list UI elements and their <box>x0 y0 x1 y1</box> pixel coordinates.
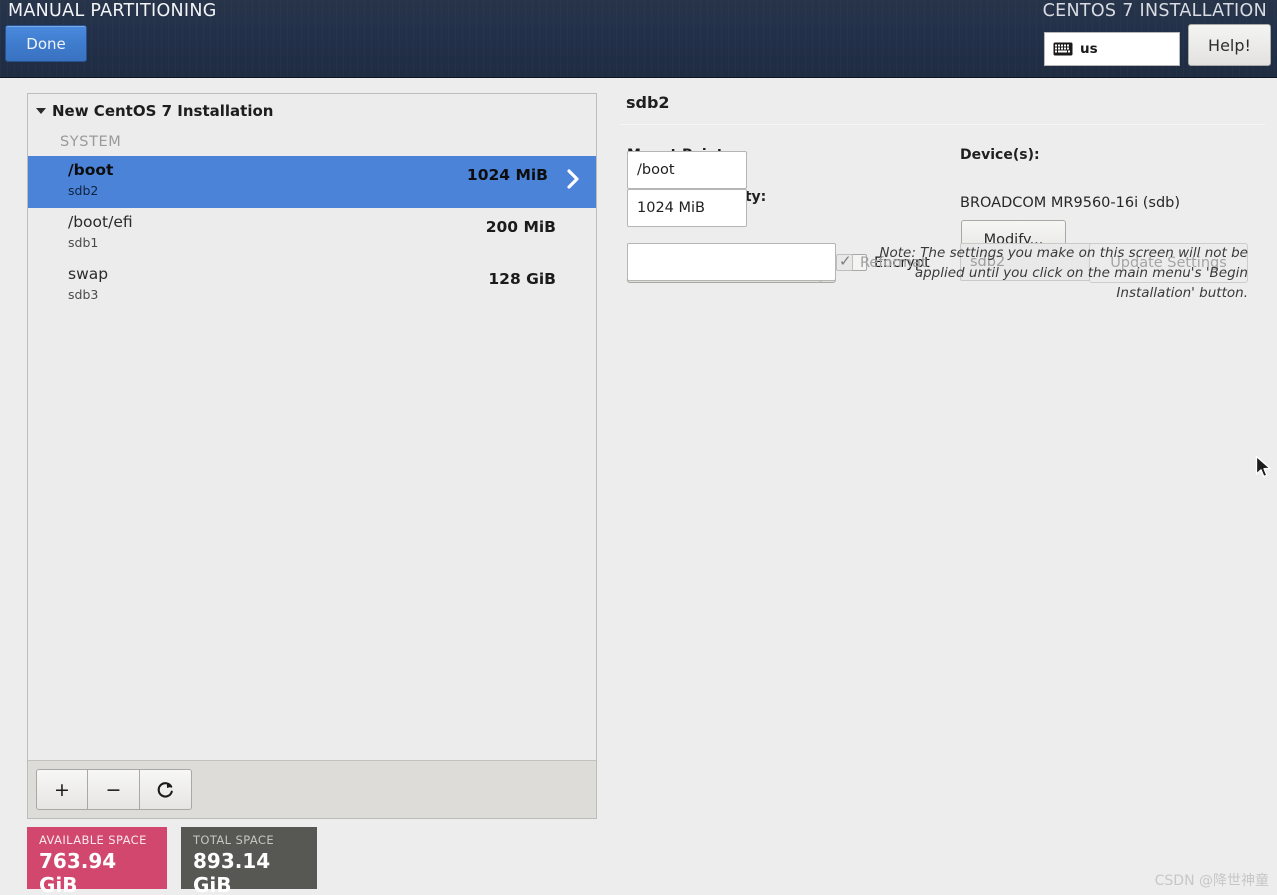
add-partition-button[interactable]: + <box>36 769 88 810</box>
partition-row-boot[interactable]: /boot sdb2 1024 MiB <box>28 156 596 208</box>
partition-row-boot-efi[interactable]: /boot/efi sdb1 200 MiB <box>28 208 596 260</box>
available-space-badge[interactable]: AVAILABLE SPACE 763.94 GiB <box>27 827 167 895</box>
partition-size: 200 MiB <box>485 218 556 236</box>
checkbox-icon: ✓ <box>836 252 853 271</box>
available-space-value: 763.94 GiB <box>39 849 117 895</box>
total-space-value: 893.14 GiB <box>193 849 271 895</box>
partition-row-swap[interactable]: swap sdb3 128 GiB <box>28 260 596 312</box>
partition-detail-panel: sdb2 Mount Point: Device(s): Desired Cap… <box>620 93 1265 823</box>
done-button-label: Done <box>26 34 66 53</box>
partition-device-name: sdb1 <box>68 235 99 250</box>
partition-toolbar-group: + − <box>36 769 192 810</box>
remove-partition-button[interactable]: − <box>88 769 140 810</box>
total-space-caption: TOTAL SPACE <box>193 833 274 847</box>
detail-divider <box>620 124 1265 125</box>
minus-icon: − <box>105 778 122 801</box>
chevron-right-icon <box>567 169 579 189</box>
header-bar: MANUAL PARTITIONING CENTOS 7 INSTALLATIO… <box>0 0 1277 78</box>
partition-device-name: sdb2 <box>68 183 99 198</box>
check-mark-icon: ✓ <box>839 252 852 270</box>
help-button[interactable]: Help! <box>1188 24 1271 66</box>
mouse-cursor-icon <box>1255 455 1271 478</box>
partition-mount-point: /boot <box>68 161 114 179</box>
partition-mount-point: swap <box>68 265 109 283</box>
refresh-icon <box>157 782 173 798</box>
devices-label: Device(s): <box>960 147 1040 163</box>
done-button[interactable]: Done <box>5 25 87 62</box>
partition-size: 1024 MiB <box>466 166 548 184</box>
label-input[interactable] <box>627 243 836 281</box>
desired-capacity-input[interactable] <box>627 189 747 227</box>
partition-list-panel: New CentOS 7 Installation SYSTEM /boot s… <box>27 93 597 819</box>
partition-list-empty-area <box>28 312 596 692</box>
keyboard-layout-indicator[interactable]: us <box>1044 32 1180 66</box>
partition-toolbar: + − <box>28 760 596 818</box>
partition-device-name: sdb3 <box>68 287 99 302</box>
available-space-caption: AVAILABLE SPACE <box>39 833 147 847</box>
installation-tree-header[interactable]: New CentOS 7 Installation <box>28 94 596 127</box>
product-title: CENTOS 7 INSTALLATION <box>1042 1 1267 21</box>
installation-tree-title: New CentOS 7 Installation <box>52 101 274 120</box>
installer-screen: MANUAL PARTITIONING CENTOS 7 INSTALLATIO… <box>0 0 1277 895</box>
partition-mount-point: /boot/efi <box>68 213 133 231</box>
device-description: BROADCOM MR9560-16i (sdb) <box>960 195 1181 211</box>
page-title: MANUAL PARTITIONING <box>8 1 217 21</box>
partition-group-system: SYSTEM <box>60 133 122 150</box>
help-button-label: Help! <box>1208 35 1251 55</box>
plus-icon: + <box>54 778 70 801</box>
mount-point-input[interactable] <box>627 151 747 189</box>
watermark: CSDN @降世神童 <box>1154 873 1269 889</box>
settings-note: Note: The settings you make on this scre… <box>879 245 1248 301</box>
keyboard-icon <box>1053 42 1073 56</box>
chevron-down-icon <box>36 107 46 114</box>
selected-device-title: sdb2 <box>626 93 670 112</box>
reset-partition-button[interactable] <box>140 769 192 810</box>
partition-size: 128 GiB <box>488 270 556 288</box>
total-space-badge[interactable]: TOTAL SPACE 893.14 GiB <box>181 827 317 895</box>
keyboard-layout-label: us <box>1080 41 1098 57</box>
